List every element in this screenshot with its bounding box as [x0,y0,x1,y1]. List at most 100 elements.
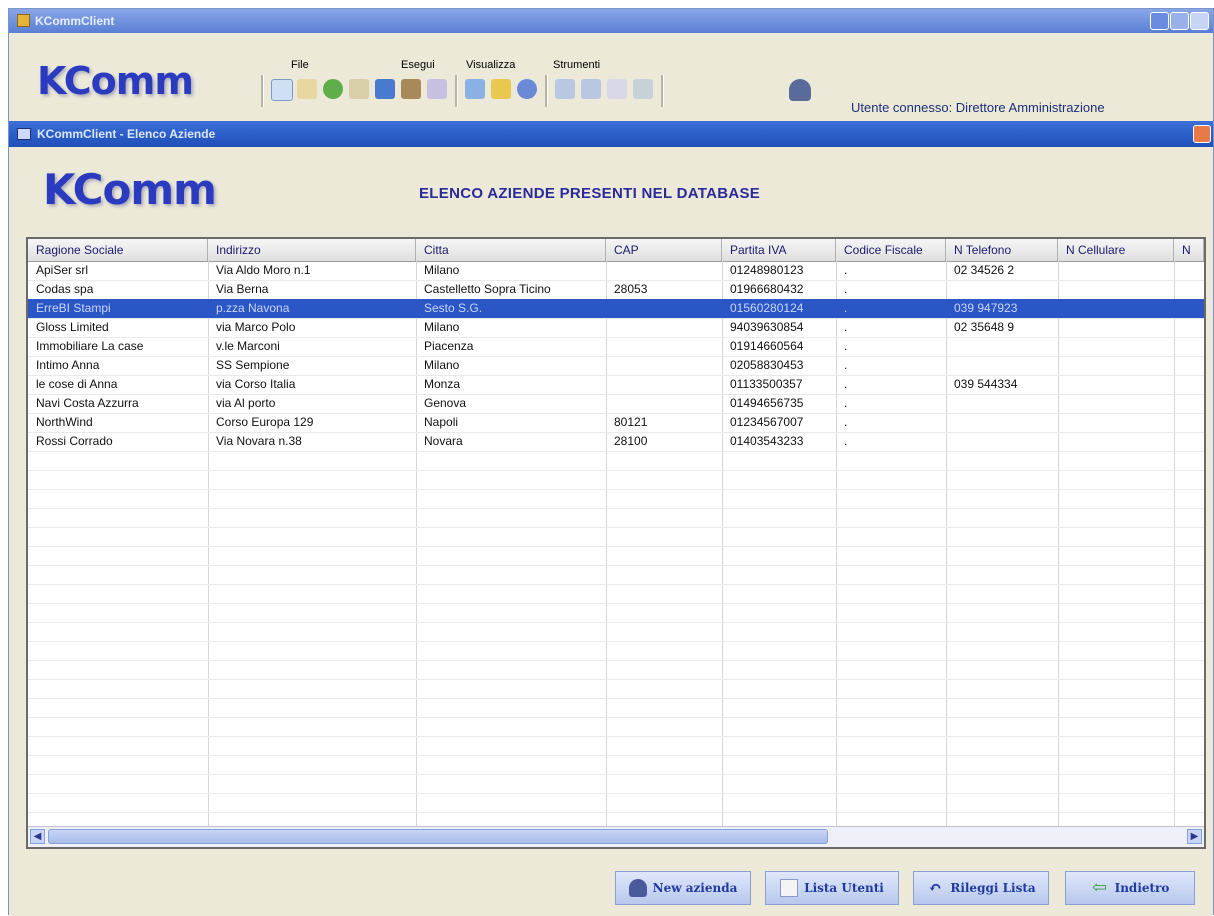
table-header: Ragione Sociale Indirizzo Citta CAP Partita … [28,239,1204,262]
table-cell: 01133500357 [730,377,803,391]
bell-icon[interactable] [491,79,511,99]
table-row[interactable]: Intimo Anna SS Sempione Milano 02058830453. [28,356,1204,375]
message-icon[interactable] [465,79,485,99]
table-cell [606,375,722,394]
table-cell: Milano [424,358,460,372]
table-cell: Codas spa [36,282,94,296]
page-heading: ELENCO AZIENDE PRESENTI NEL DATABASE [419,185,761,202]
table-row[interactable]: Rossi Corrado Via Novara n.38 Novara 28100 0… [28,432,1204,451]
globe-icon[interactable] [517,79,537,99]
aziende-window: KCommClient - Elenco Aziende KComm ELENC… [9,121,1213,916]
aziende-table: Ragione Sociale Indirizzo Citta CAP Partita … [26,237,1206,849]
close-button[interactable] [1190,12,1209,30]
table-cell: NorthWind [36,415,93,429]
table-cell: Corso Europa 129 [216,415,314,429]
table-cell: . [844,301,848,315]
send-icon[interactable] [427,79,447,99]
user-icon[interactable] [789,79,811,101]
person-icon [628,879,647,897]
menu-strumenti[interactable]: Strumenti [553,59,600,71]
row-divider [28,584,1204,585]
table-cell: Immobiliare La case [36,339,144,353]
menu-esegui[interactable]: Esegui [401,59,435,71]
scroll-left-icon[interactable]: ◀ [30,829,45,844]
column-header[interactable]: Indirizzo [208,239,416,261]
column-header[interactable]: N [1174,239,1204,261]
scroll-right-icon[interactable]: ▶ [1187,829,1202,844]
table-cell [946,356,1058,375]
back-arrow-icon[interactable] [555,79,575,99]
cut-icon[interactable] [349,79,369,99]
table-cell: 94039630854 [730,320,804,334]
table-cell: . [844,434,848,448]
table-cell: Napoli [424,415,459,429]
upload-icon[interactable] [297,79,317,99]
table-cell [606,299,722,318]
row-divider [28,793,1204,794]
column-header[interactable]: N Telefono [946,239,1058,261]
table-cell [946,337,1058,356]
menu-visualizza[interactable]: Visualizza [466,59,515,71]
table-cell: ApiSer srl [36,263,89,277]
row-divider [28,641,1204,642]
aziende-close-button[interactable] [1193,125,1211,143]
refresh-icon[interactable] [323,79,343,99]
table-row[interactable]: Codas spa Via Berna Castelletto Sopra Tici… [28,280,1204,299]
aziende-title-bar[interactable]: KCommClient - Elenco Aziende [9,121,1213,147]
table-row[interactable]: Navi Costa Azzurra via Al porto Genova 0149… [28,394,1204,413]
table-cell [1058,432,1174,451]
table-cell [606,356,722,375]
table-row[interactable]: ApiSer srl Via Aldo Moro n.1 Milano 0124898… [28,261,1204,280]
print-icon[interactable] [633,79,653,99]
table-row[interactable]: Immobiliare La case v.le Marconi Piacenza 0… [28,337,1204,356]
forward-arrow-icon[interactable] [581,79,601,99]
table-row[interactable]: ErreBI Stampi p.zza Navona Sesto S.G. 01560… [28,299,1204,318]
column-header[interactable]: Citta [416,239,606,261]
table-cell [606,337,722,356]
chart-icon[interactable] [375,79,395,99]
row-divider [28,470,1204,471]
table-cell: . [844,358,848,372]
horizontal-scrollbar[interactable]: ◀ ▶ [28,826,1204,847]
maximize-button[interactable] [1170,12,1189,30]
rileggi-lista-button[interactable]: ↶ Rileggi Lista [913,871,1049,905]
table-cell: 28053 [614,282,648,296]
main-window: KCommClient KComm File Esegui Visualizza… [8,8,1214,916]
title-bar[interactable]: KCommClient [9,9,1213,33]
column-header[interactable]: Ragione Sociale [28,239,208,261]
table-cell: 02058830453 [730,358,804,372]
new-azienda-button[interactable]: New azienda [615,871,751,905]
table-cell [606,394,722,413]
table-cell: Navi Costa Azzurra [36,396,139,410]
table-cell: 01234567007 [730,415,804,429]
table-cell: p.zza Navona [216,301,290,315]
column-header[interactable]: Partita IVA [722,239,836,261]
table-cell: 01560280124 [730,301,804,315]
table-row[interactable]: NorthWind Corso Europa 129 Napoli 80121 0123… [28,413,1204,432]
lista-utenti-button[interactable]: Lista Utenti [765,871,899,905]
table-cell: Gloss Limited [36,320,109,334]
table-row[interactable]: Gloss Limited via Marco Polo Milano 9403963… [28,318,1204,337]
table-cell [1058,394,1174,413]
aziende-window-title: KCommClient - Elenco Aziende [37,127,216,141]
table-cell: . [844,396,848,410]
kcomm-logo: KComm [37,59,194,103]
basket-icon[interactable] [401,79,421,99]
menu-file[interactable]: File [291,59,309,71]
magnifier-icon[interactable] [607,79,627,99]
table-cell [1058,375,1174,394]
table-cell: 01914660564 [730,339,804,353]
row-divider [28,527,1204,528]
table-cell: 039 947923 [954,301,1018,315]
column-header[interactable]: N Cellulare [1058,239,1174,261]
scrollbar-thumb[interactable] [48,829,828,844]
indietro-button[interactable]: ⇦ Indietro [1065,871,1195,905]
table-row[interactable]: le cose di Anna via Corso Italia Monza 0113… [28,375,1204,394]
minimize-button[interactable] [1150,12,1169,30]
table-cell [1058,318,1174,337]
column-header[interactable]: CAP [606,239,722,261]
table-cell: Castelletto Sopra Ticino [424,282,551,296]
row-divider [28,603,1204,604]
search-doc-icon[interactable] [271,79,293,101]
column-header[interactable]: Codice Fiscale [836,239,946,261]
